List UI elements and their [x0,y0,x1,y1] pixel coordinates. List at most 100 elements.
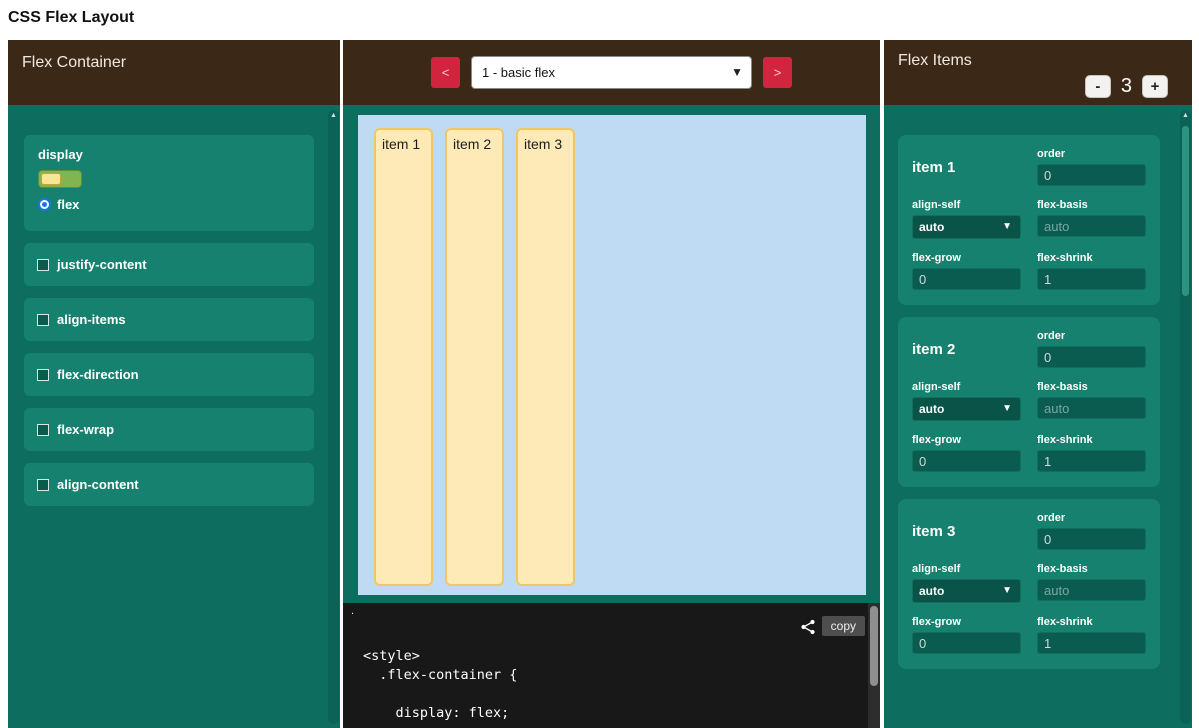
item-count-controls: - 3 + [1085,75,1168,98]
add-item-button[interactable]: + [1142,75,1168,98]
justify-content-label: justify-content [57,257,147,272]
display-toggle[interactable] [38,170,82,188]
align-self-label: align-self [912,563,1021,575]
item-card-2: item 2 order align-self auto ▼ flex-basi… [898,317,1160,487]
flex-basis-input[interactable] [1037,215,1146,237]
order-input[interactable] [1037,346,1146,368]
flex-grow-label: flex-grow [912,252,1021,264]
right-scrollbar-thumb[interactable] [1182,126,1189,296]
example-select[interactable]: 1 - basic flex [471,56,752,89]
align-self-select[interactable]: auto [912,579,1021,603]
align-content-label: align-content [57,477,139,492]
flex-grow-field: flex-grow [912,616,1021,654]
copy-button[interactable]: copy [822,616,865,636]
code-line: <style> [363,647,517,666]
item-card-3: item 3 order align-self auto ▼ flex-basi… [898,499,1160,669]
align-self-field: align-self auto ▼ [912,199,1021,239]
flex-grow-field: flex-grow [912,252,1021,290]
flex-direction-checkbox[interactable] [37,369,49,381]
item-card-title: item 1 [912,159,1021,176]
code-line: .flex-container { [363,666,517,685]
toggle-align-content[interactable]: align-content [24,463,314,506]
item-card-1: item 1 order align-self auto ▼ flex-basi… [898,135,1160,305]
prev-example-button[interactable]: < [431,57,460,88]
align-self-select[interactable]: auto [912,215,1021,239]
align-items-label: align-items [57,312,126,327]
order-label: order [1037,148,1146,160]
code-scrollbar-thumb[interactable] [870,606,878,686]
scroll-up-icon[interactable]: ▲ [328,110,339,122]
flex-items-title: Flex Items [898,52,972,69]
flex-wrap-checkbox[interactable] [37,424,49,436]
order-field: order [1037,148,1146,186]
order-input[interactable] [1037,528,1146,550]
example-nav: < 1 - basic flex ▼ > [343,40,880,105]
align-self-field: align-self auto ▼ [912,563,1021,603]
flex-items-header: Flex Items - 3 + [884,40,1192,105]
flex-basis-label: flex-basis [1037,381,1146,393]
flex-container-header: Flex Container [8,40,340,105]
toggle-align-items[interactable]: align-items [24,298,314,341]
flex-basis-label: flex-basis [1037,199,1146,211]
display-section: display flex [24,135,314,231]
order-field: order [1037,330,1146,368]
toggle-flex-wrap[interactable]: flex-wrap [24,408,314,451]
flex-shrink-field: flex-shrink [1037,616,1146,654]
flex-shrink-input[interactable] [1037,632,1146,654]
next-example-button[interactable]: > [763,57,792,88]
order-label: order [1037,330,1146,342]
flex-grow-input[interactable] [912,268,1021,290]
left-panel-scrollbar[interactable]: ▲ [328,110,339,724]
align-self-select[interactable]: auto [912,397,1021,421]
code-scrollbar[interactable] [868,603,880,728]
flex-shrink-label: flex-shrink [1037,434,1146,446]
flex-demo-container: item 1 item 2 item 3 [358,115,866,595]
item-count: 3 [1121,75,1132,98]
flex-basis-field: flex-basis [1037,199,1146,239]
flex-grow-label: flex-grow [912,434,1021,446]
preview-panel: < 1 - basic flex ▼ > item 1 item 2 item … [343,40,880,728]
code-line [363,685,517,704]
right-panel-scrollbar[interactable]: ▲ [1180,110,1191,724]
flex-shrink-label: flex-shrink [1037,252,1146,264]
align-content-checkbox[interactable] [37,479,49,491]
flex-grow-input[interactable] [912,450,1021,472]
flex-basis-label: flex-basis [1037,563,1146,575]
flex-shrink-label: flex-shrink [1037,616,1146,628]
flex-container-panel: Flex Container display flex justify-cont… [8,40,340,728]
toggle-flex-direction[interactable]: flex-direction [24,353,314,396]
flex-shrink-field: flex-shrink [1037,252,1146,290]
flex-grow-field: flex-grow [912,434,1021,472]
share-icon[interactable] [800,619,816,640]
flex-basis-input[interactable] [1037,579,1146,601]
demo-item-3: item 3 [516,128,575,586]
flex-grow-input[interactable] [912,632,1021,654]
scroll-up-icon[interactable]: ▲ [1180,110,1191,122]
item-card-title: item 2 [912,341,1021,358]
flex-grow-label: flex-grow [912,616,1021,628]
flex-basis-field: flex-basis [1037,563,1146,603]
flex-basis-input[interactable] [1037,397,1146,419]
flex-shrink-input[interactable] [1037,268,1146,290]
flex-radio-label: flex [57,197,79,212]
flex-shrink-input[interactable] [1037,450,1146,472]
toggle-justify-content[interactable]: justify-content [24,243,314,286]
demo-item-2: item 2 [445,128,504,586]
item-card-title: item 3 [912,523,1021,540]
flex-radio[interactable] [38,198,51,211]
display-flex-option[interactable]: flex [38,197,300,212]
order-field: order [1037,512,1146,550]
flex-items-body: item 1 order align-self auto ▼ flex-basi… [884,105,1192,728]
justify-content-checkbox[interactable] [37,259,49,271]
flex-direction-label: flex-direction [57,367,139,382]
code-panel: . copy <style> .flex-container { display… [343,603,880,728]
flex-basis-field: flex-basis [1037,381,1146,421]
flex-shrink-field: flex-shrink [1037,434,1146,472]
display-toggle-knob[interactable] [41,173,61,185]
flex-container-body: display flex justify-content align-items… [8,105,340,728]
remove-item-button[interactable]: - [1085,75,1111,98]
order-label: order [1037,512,1146,524]
order-input[interactable] [1037,164,1146,186]
flex-items-panel: Flex Items - 3 + item 1 order align-self… [884,40,1192,728]
align-items-checkbox[interactable] [37,314,49,326]
